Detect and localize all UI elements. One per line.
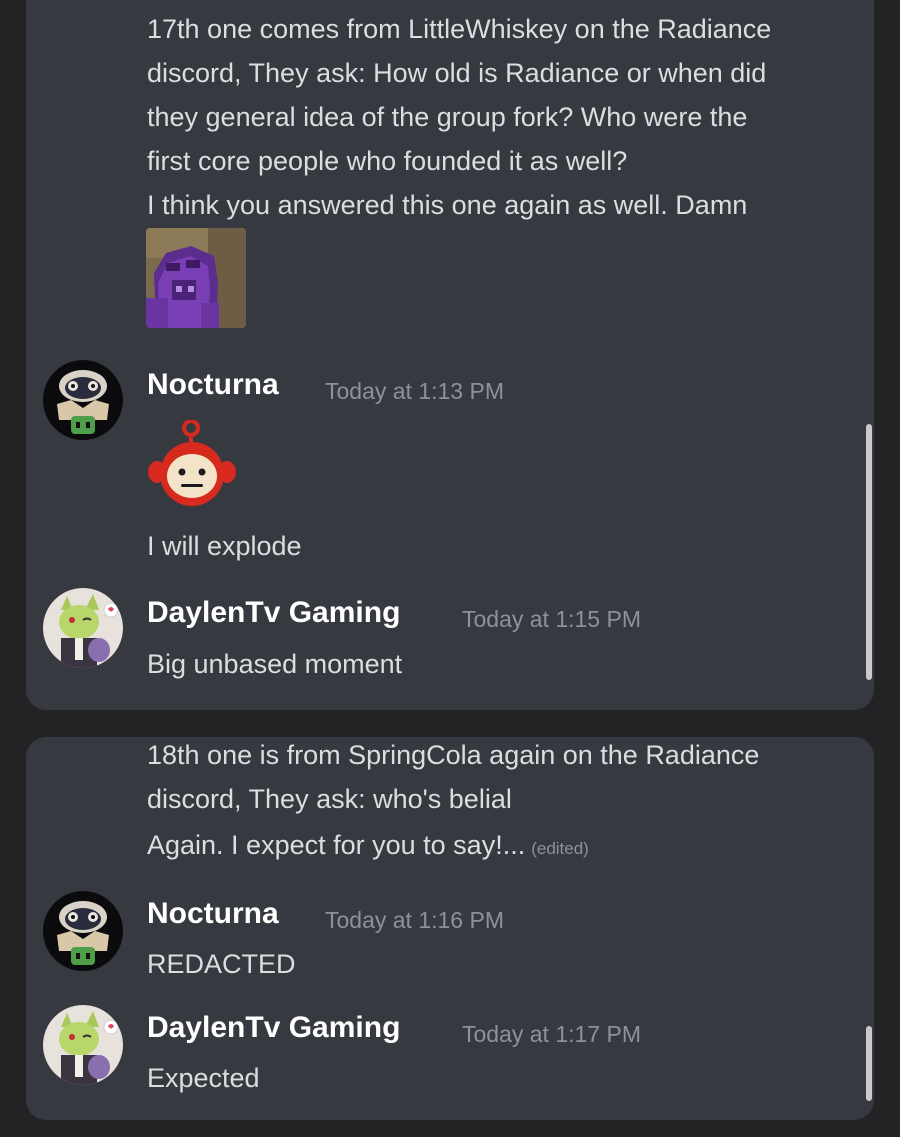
- emoji: [147, 419, 241, 514]
- timestamp: Today at 1:15 PM: [462, 606, 641, 632]
- message-text: I will explode: [147, 531, 302, 561]
- avatar[interactable]: [43, 360, 123, 440]
- username[interactable]: DaylenTv Gaming: [147, 596, 400, 630]
- message-line: 17th one comes from LittleWhiskey on the…: [147, 14, 772, 44]
- message-line: they general idea of the group fork? Who…: [147, 102, 748, 132]
- message-line-text: Again. I expect for you to say!...: [147, 830, 526, 860]
- message-text: Expected: [147, 1063, 260, 1093]
- avatar[interactable]: [43, 891, 123, 971]
- image-attachment[interactable]: [146, 228, 246, 328]
- edited-label: (edited): [531, 839, 589, 858]
- message-text: Big unbased moment: [147, 649, 403, 679]
- red-teletubby-face-emoji-icon: [148, 419, 236, 506]
- timestamp: Today at 1:13 PM: [325, 378, 504, 404]
- daylen-avatar-icon: [43, 1005, 123, 1085]
- message-line: Again. I expect for you to say!... (edite…: [147, 823, 589, 871]
- username[interactable]: DaylenTv Gaming: [147, 1011, 400, 1045]
- avatar[interactable]: [43, 1005, 123, 1085]
- timestamp: Today at 1:16 PM: [325, 907, 504, 933]
- timestamp: Today at 1:17 PM: [462, 1021, 641, 1047]
- chat-screenshot-panel-1: 17th one comes from LittleWhiskey on the…: [26, 0, 874, 710]
- scrollbar[interactable]: [866, 424, 872, 680]
- message-line: I think you answered this one again as w…: [147, 190, 748, 220]
- avatar[interactable]: [43, 588, 123, 668]
- message-line: discord, They ask: How old is Radiance o…: [147, 58, 767, 88]
- message-line: first core people who founded it as well…: [147, 146, 628, 176]
- username[interactable]: Nocturna: [147, 368, 279, 402]
- message-line: 18th one is from SpringCola again on the…: [147, 740, 760, 770]
- chat-screenshot-panel-2: 18th one is from SpringCola again on the…: [26, 737, 874, 1120]
- message-text: REDACTED: [147, 949, 296, 979]
- scrollbar[interactable]: [866, 1026, 872, 1101]
- message-line: discord, They ask: who's belial: [147, 784, 512, 814]
- purple-character-image-icon: [146, 228, 246, 328]
- nocturna-avatar-icon: [43, 360, 123, 440]
- daylen-avatar-icon: [43, 588, 123, 668]
- nocturna-avatar-icon: [43, 891, 123, 971]
- username[interactable]: Nocturna: [147, 897, 279, 931]
